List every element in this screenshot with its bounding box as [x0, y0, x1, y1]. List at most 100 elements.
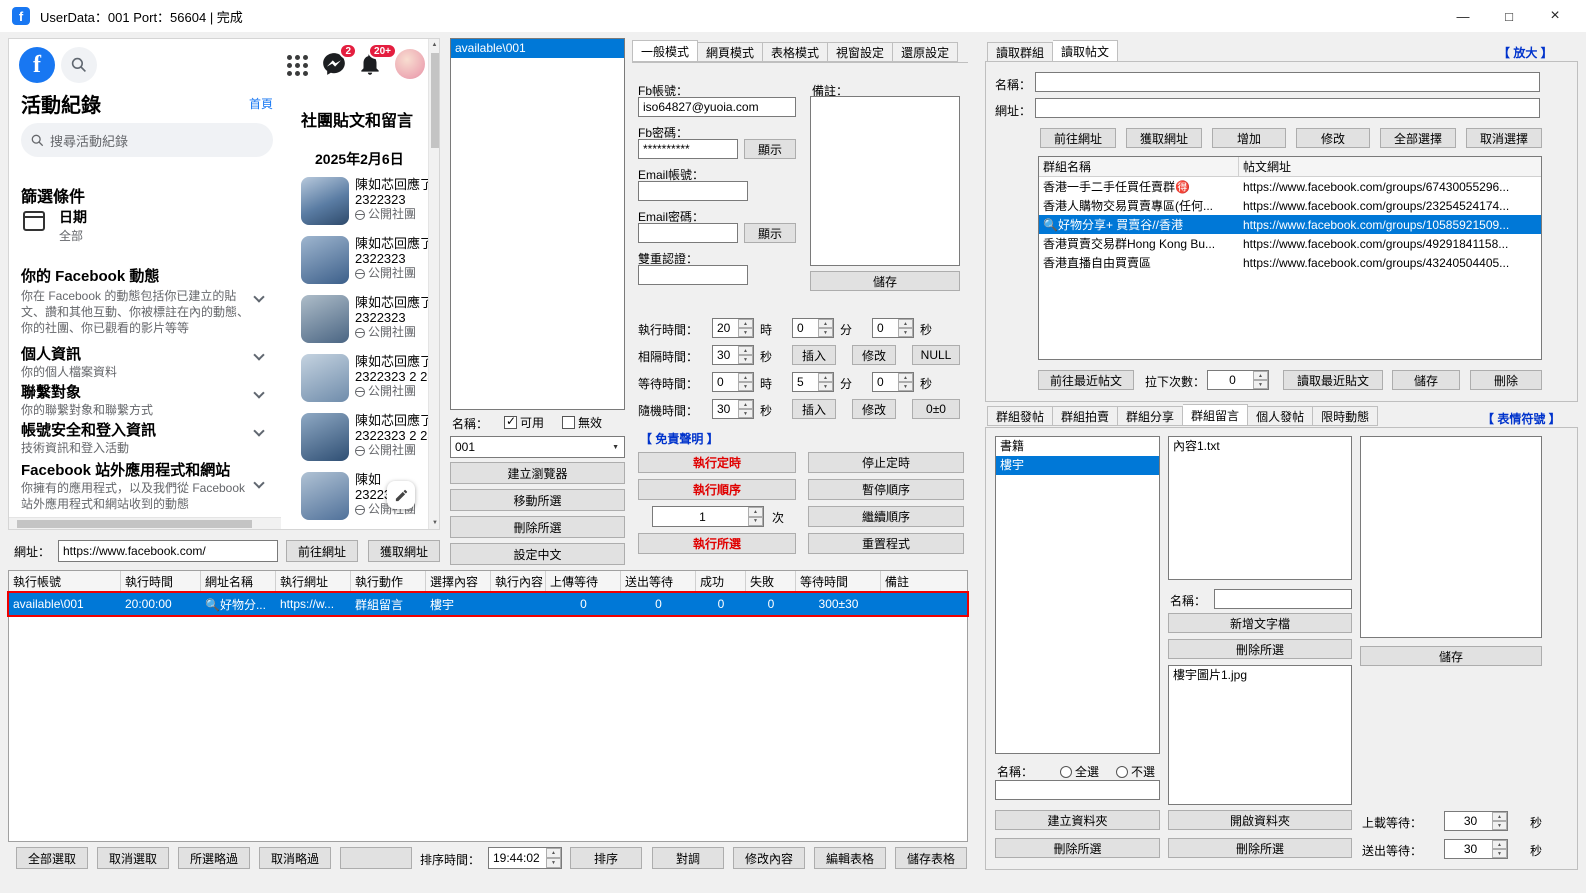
column-header[interactable]: 執行網址 — [276, 571, 351, 592]
group-row-selected[interactable]: 🔍好物分享+ 買賣谷//香港 https://www.facebook.com/g… — [1039, 215, 1541, 234]
tab-stories[interactable]: 限時動態 — [1313, 406, 1379, 426]
open-folder-button[interactable]: 開啟資料夾 — [1168, 810, 1352, 830]
fb-password-input[interactable]: ********** — [638, 139, 738, 159]
spinner-down-icon[interactable] — [1492, 849, 1507, 858]
goto-url-button[interactable]: 前往網址 — [286, 540, 358, 562]
run-timer-button[interactable]: 執行定時 — [638, 452, 796, 473]
invalid-checkbox[interactable]: 無效 — [562, 414, 602, 431]
section-offsite-apps[interactable]: Facebook 站外應用程式和網站 你擁有的應用程式，以及我們從 Facebo… — [21, 459, 271, 512]
continue-sequence-button[interactable]: 繼續順序 — [808, 506, 964, 527]
tab-group-comment[interactable]: 群組留言 — [1183, 404, 1249, 426]
column-header[interactable]: 執行內容 — [491, 571, 546, 592]
group-row[interactable]: 香港人購物交易買賣專區(任何... https://www.facebook.co… — [1039, 196, 1541, 215]
spinner-up-icon[interactable] — [738, 373, 753, 382]
groups-select-all-button[interactable]: 全部選擇 — [1380, 128, 1456, 148]
folder-item-selected[interactable]: 樓宇 — [996, 456, 1159, 475]
activity-horizontal-scrollbar[interactable] — [9, 517, 281, 529]
exec-minutes-spinner[interactable]: 0 — [792, 318, 834, 338]
apps-menu-button[interactable] — [287, 55, 309, 77]
show-email-password-button[interactable]: 顯示 — [744, 223, 796, 243]
radio-icon[interactable] — [1116, 765, 1128, 778]
groups-fetch-url-button[interactable]: 獲取網址 — [1126, 128, 1202, 148]
date-filter[interactable]: 日期 全部 — [23, 207, 263, 243]
modify-random-button[interactable]: 修改 — [852, 399, 896, 419]
content-save-button[interactable]: 儲存 — [1360, 646, 1542, 666]
checkbox-icon[interactable] — [562, 416, 575, 429]
spinner-down-icon[interactable] — [738, 382, 753, 391]
tab-read-posts[interactable]: 讀取帖文 — [1053, 40, 1119, 62]
tab-table-mode[interactable]: 表格模式 — [763, 42, 829, 62]
available-checkbox[interactable]: 可用 — [504, 414, 544, 431]
spinner-up-icon[interactable] — [898, 373, 913, 382]
run-sequence-button[interactable]: 執行順序 — [638, 479, 796, 500]
image-item[interactable]: 樓宇圖片1.jpg — [1169, 666, 1351, 685]
select-all-radio[interactable]: 全選 — [1060, 763, 1099, 780]
column-header[interactable]: 執行時間 — [121, 571, 201, 592]
skip-selected-button[interactable]: 所選略過 — [178, 847, 250, 869]
spinner-up-icon[interactable] — [738, 346, 753, 355]
exec-hours-spinner[interactable]: 20 — [712, 318, 754, 338]
zero-range-button[interactable]: 0±0 — [912, 399, 960, 419]
delete-selected-accounts-button[interactable]: 刪除所選 — [450, 516, 625, 538]
column-header-group-name[interactable]: 群組名稱 — [1039, 157, 1239, 176]
groups-goto-url-button[interactable]: 前往網址 — [1040, 128, 1116, 148]
null-button[interactable]: NULL — [912, 345, 960, 365]
file-name-input[interactable] — [1214, 589, 1352, 609]
tab-restore-settings[interactable]: 還原設定 — [893, 42, 959, 62]
activity-search-input[interactable]: 搜尋活動紀錄 — [21, 123, 273, 157]
email-account-input[interactable] — [638, 181, 748, 201]
spinner-down-icon[interactable] — [738, 355, 753, 364]
spinner-up-icon[interactable] — [1492, 812, 1507, 821]
folder-item[interactable]: 書籍 — [996, 437, 1159, 456]
spinner-up-icon[interactable] — [898, 319, 913, 328]
spinner-down-icon[interactable] — [1253, 380, 1268, 389]
emoji-link[interactable]: 【 表情符號 】 — [1482, 410, 1561, 427]
group-row[interactable]: 香港買賣交易群Hong Kong Bu... https://www.facebo… — [1039, 234, 1541, 253]
insert-interval-button[interactable]: 插入 — [792, 345, 836, 365]
delete-selected-images-button[interactable]: 刪除所選 — [1168, 838, 1352, 858]
select-none-radio[interactable]: 不選 — [1116, 763, 1155, 780]
pull-count-spinner[interactable]: 0 — [1207, 370, 1269, 390]
fetch-url-button[interactable]: 獲取網址 — [368, 540, 440, 562]
unskip-selected-button[interactable]: 取消略過 — [259, 847, 331, 869]
spinner-up-icon[interactable] — [818, 319, 833, 328]
delete-selected-folders-button[interactable]: 刪除所選 — [995, 838, 1160, 858]
column-header[interactable]: 失敗 — [746, 571, 796, 592]
scrollbar-thumb[interactable] — [431, 53, 439, 148]
groups-save-button[interactable]: 儲存 — [1392, 370, 1460, 390]
swap-button[interactable]: 對調 — [652, 847, 724, 869]
edit-post-button[interactable] — [387, 481, 415, 509]
spinner-down-icon[interactable] — [1492, 821, 1507, 830]
wait-minutes-spinner[interactable]: 5 — [792, 372, 834, 392]
section-connections[interactable]: 聯繫對象 你的聯繫對象和聯繫方式 — [21, 381, 271, 418]
column-header[interactable]: 成功 — [696, 571, 746, 592]
read-recent-posts-button[interactable]: 讀取最近貼文 — [1283, 370, 1383, 390]
sort-button[interactable]: 排序 — [570, 847, 642, 869]
spinner-down-icon[interactable] — [818, 382, 833, 391]
modify-content-button[interactable]: 修改內容 — [733, 847, 805, 869]
account-group-select[interactable]: 001 — [450, 436, 625, 458]
tab-group-share[interactable]: 群組分享 — [1118, 406, 1184, 426]
column-header[interactable]: 網址名稱 — [201, 571, 276, 592]
scrollbar-thumb[interactable] — [17, 520, 252, 528]
column-header[interactable]: 等待時間 — [796, 571, 881, 592]
home-link[interactable]: 首頁 — [249, 95, 273, 112]
move-selected-button[interactable]: 移動所選 — [450, 489, 625, 511]
spinner-down-icon[interactable] — [748, 516, 763, 526]
save-table-button[interactable]: 儲存表格 — [895, 847, 967, 869]
zoom-link[interactable]: 【 放大 】 — [1498, 44, 1553, 61]
set-chinese-button[interactable]: 設定中文 — [450, 543, 625, 565]
checkbox-checked-icon[interactable] — [504, 414, 517, 429]
accounts-listbox[interactable]: available\001 — [450, 38, 625, 410]
search-button[interactable] — [61, 47, 97, 83]
column-header[interactable]: 選擇內容 — [426, 571, 491, 592]
goto-recent-post-button[interactable]: 前往最近帖文 — [1038, 370, 1134, 390]
spinner-down-icon[interactable] — [898, 382, 913, 391]
groups-modify-button[interactable]: 修改 — [1296, 128, 1370, 148]
modify-interval-button[interactable]: 修改 — [852, 345, 896, 365]
facebook-logo[interactable]: f — [19, 47, 55, 83]
group-row[interactable]: 香港一手二手任買任賣群🉐 https://www.facebook.com/gro… — [1039, 177, 1541, 196]
close-button[interactable]: × — [1532, 0, 1578, 32]
note-textarea[interactable] — [810, 96, 960, 266]
wait-seconds-spinner[interactable]: 0 — [872, 372, 914, 392]
